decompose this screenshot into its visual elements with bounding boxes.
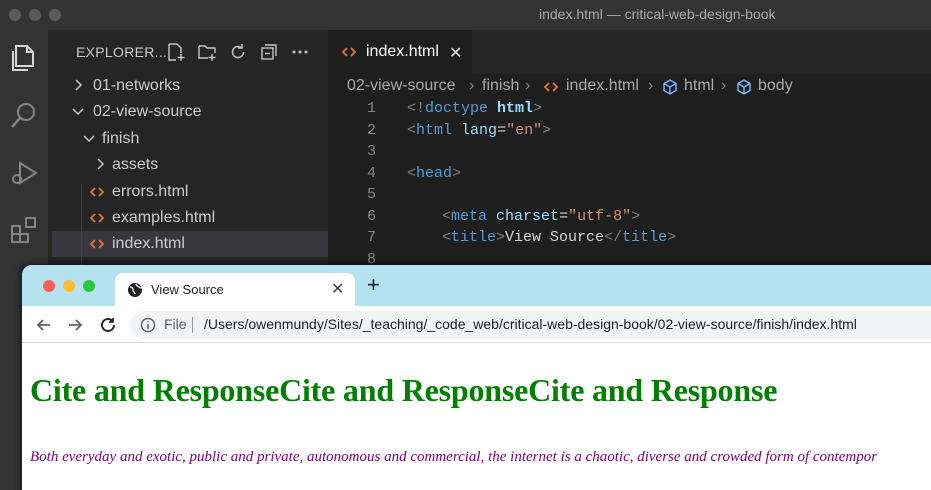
html-file-icon — [342, 47, 356, 57]
search-icon[interactable] — [8, 100, 40, 132]
page-paragraph: Both everyday and exotic, public and pri… — [30, 449, 878, 465]
code-line-2: <html lang="en"> — [407, 122, 552, 139]
zoom-window-dot[interactable] — [49, 9, 61, 21]
code-line-1: <!doctype html> — [407, 100, 543, 117]
vscode-title-bar: index.html — critical-web-design-book — [0, 0, 931, 30]
scheme-label: File — [164, 316, 187, 332]
globe-icon — [128, 283, 143, 297]
new-file-icon[interactable] — [166, 42, 186, 62]
symbol-element-icon — [663, 79, 677, 95]
code-line-4: <head> — [407, 165, 462, 182]
tree-item-label: examples.html — [112, 209, 216, 226]
window-title: index.html — critical-web-design-book — [539, 6, 776, 22]
symbol-element-icon — [737, 79, 751, 95]
minimize-window-dot[interactable] — [29, 9, 41, 21]
chevron-right-icon: › — [721, 77, 727, 94]
tree-item-label: assets — [112, 156, 159, 173]
indent-guide — [81, 184, 82, 268]
line-number: 1 — [366, 100, 376, 117]
tree-item-label: index.html — [112, 235, 185, 252]
tree-item-label: 02-view-source — [93, 103, 202, 120]
tree-item-label: 01-networks — [93, 77, 181, 94]
line-number: 2 — [366, 122, 376, 139]
close-tab-icon[interactable]: ✕ — [449, 43, 462, 63]
address-bar[interactable]: File /Users/owenmundy/Sites/_teaching/_c… — [130, 311, 931, 339]
chevron-down-icon — [72, 108, 84, 116]
line-number: 7 — [366, 229, 376, 246]
chevron-right-icon: › — [648, 77, 654, 94]
code-line-6: <meta charset="utf-8"> — [442, 208, 641, 225]
reload-icon[interactable] — [98, 315, 118, 335]
line-number: 4 — [366, 165, 376, 182]
browser-tab-title: View Source — [151, 282, 224, 297]
more-actions-icon[interactable] — [290, 42, 310, 62]
code-editor[interactable]: 1 2 3 4 5 6 7 8 <!doctype html> <html la… — [328, 98, 931, 268]
browser-tab-strip: View Source ✕ + — [22, 265, 931, 306]
close-window-dot[interactable] — [9, 9, 21, 21]
chevron-right-icon — [97, 158, 105, 170]
tree-item-index-html[interactable]: index.html — [52, 231, 328, 257]
html-file-icon — [90, 213, 104, 223]
close-tab-icon[interactable]: ✕ — [331, 279, 344, 299]
tree-item-finish[interactable]: finish — [52, 126, 328, 152]
new-tab-plus-icon[interactable]: + — [367, 274, 387, 296]
tree-item-label: finish — [102, 130, 140, 147]
url-text[interactable]: /Users/owenmundy/Sites/_teaching/_code_w… — [204, 316, 857, 332]
breadcrumb: 02-view-source › finish › index.html › h… — [328, 74, 931, 100]
chevron-down-icon — [83, 135, 95, 143]
line-number: 3 — [366, 143, 376, 160]
line-number: 6 — [366, 208, 376, 225]
breadcrumb-item[interactable]: body — [758, 77, 793, 95]
line-number: 5 — [366, 186, 376, 203]
page-content: Cite and ResponseCite and ResponseCite a… — [22, 344, 931, 490]
breadcrumb-item[interactable]: html — [684, 77, 714, 95]
browser-tab-view-source[interactable]: View Source ✕ — [115, 273, 355, 306]
chevron-right-icon — [75, 79, 83, 91]
tree-item-errors-html[interactable]: errors.html — [52, 179, 328, 205]
html-file-icon — [90, 187, 104, 197]
tab-index-html[interactable]: index.html ✕ — [328, 30, 472, 74]
close-window-dot[interactable] — [43, 280, 55, 292]
chevron-right-icon: › — [469, 77, 475, 94]
collapse-all-icon[interactable] — [259, 42, 279, 62]
zoom-window-dot[interactable] — [83, 280, 95, 292]
forward-arrow-icon[interactable] — [65, 315, 85, 335]
chevron-right-icon: › — [525, 77, 531, 94]
tree-item-label: errors.html — [112, 183, 189, 200]
breadcrumb-item[interactable]: finish — [482, 77, 519, 95]
tree-item-assets[interactable]: assets — [52, 152, 328, 178]
tree-item-02-view-source[interactable]: 02-view-source — [52, 99, 328, 125]
explorer-title: EXPLORER... — [76, 44, 168, 60]
browser-toolbar: File /Users/owenmundy/Sites/_teaching/_c… — [22, 306, 931, 343]
minimize-window-dot[interactable] — [63, 280, 75, 292]
html-file-icon — [544, 82, 558, 92]
tree-item-examples-html[interactable]: examples.html — [52, 205, 328, 231]
tree-item-01-networks[interactable]: 01-networks — [52, 73, 328, 99]
explorer-header: EXPLORER... — [48, 30, 328, 74]
info-icon[interactable] — [140, 317, 156, 333]
new-folder-icon[interactable] — [197, 42, 217, 62]
editor-tab-bar: index.html ✕ — [328, 30, 931, 74]
html-file-icon — [90, 239, 104, 249]
page-heading: Cite and ResponseCite and ResponseCite a… — [30, 372, 778, 408]
back-arrow-icon[interactable] — [34, 315, 54, 335]
code-line-7: <title>View Source</title> — [442, 229, 677, 246]
browser-window: View Source ✕ + File /Users/owenmundy/Si… — [22, 265, 931, 490]
address-divider — [192, 317, 193, 333]
run-debug-icon[interactable] — [8, 157, 40, 189]
explorer-files-icon[interactable] — [8, 42, 40, 74]
extensions-icon[interactable] — [8, 214, 40, 246]
refresh-icon[interactable] — [228, 42, 248, 62]
breadcrumb-item[interactable]: index.html — [566, 77, 639, 95]
tab-label: index.html — [366, 43, 439, 60]
breadcrumb-item[interactable]: 02-view-source — [347, 77, 455, 95]
